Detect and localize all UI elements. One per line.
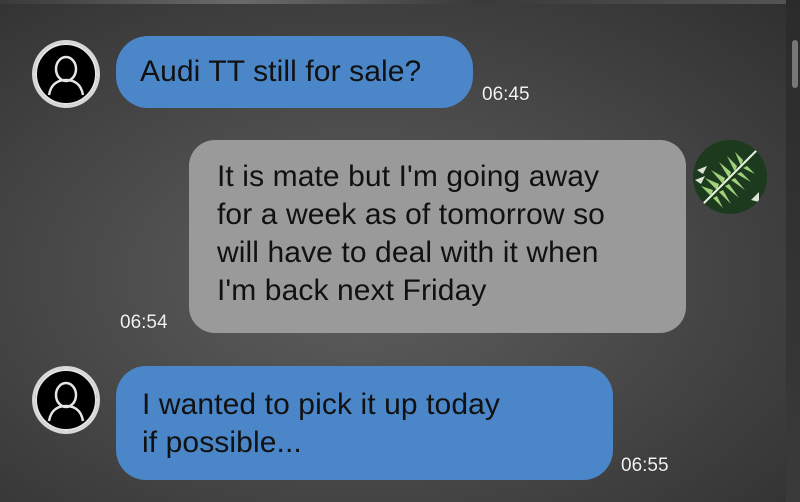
message-text-line: I wanted to pick it up today <box>142 388 501 421</box>
sender-avatar[interactable] <box>32 366 100 434</box>
person-silhouette-icon <box>35 43 97 105</box>
message-text: Audi TT still for sale? <box>140 55 422 88</box>
message-bubble-outgoing[interactable]: It is mate but I'm going away for a week… <box>189 140 686 333</box>
message-timestamp: 06:54 <box>120 312 168 333</box>
scrollbar[interactable] <box>786 0 800 502</box>
message-text-line: I'm back next Friday <box>217 274 487 307</box>
sender-avatar[interactable] <box>32 40 100 108</box>
message-text-line: for a week as of tomorrow so <box>217 198 605 231</box>
message-text-line: if possible... <box>142 426 302 459</box>
message-text-line: It is mate but I'm going away <box>217 160 600 193</box>
scroll-thumb[interactable] <box>792 40 798 88</box>
message-timestamp: 06:45 <box>482 84 530 105</box>
person-silhouette-icon <box>35 369 97 431</box>
message-timestamp: 06:55 <box>621 455 669 476</box>
fern-leaf-icon[interactable] <box>693 140 767 214</box>
top-edge <box>0 0 800 4</box>
message-text-line: will have to deal with it when <box>217 236 599 269</box>
message-bubble-incoming[interactable]: Audi TT still for sale? <box>116 36 473 108</box>
chat-screen: Audi TT still for sale? 06:45 It is mate… <box>0 0 800 502</box>
message-bubble-incoming[interactable]: I wanted to pick it up today if possible… <box>116 366 613 480</box>
